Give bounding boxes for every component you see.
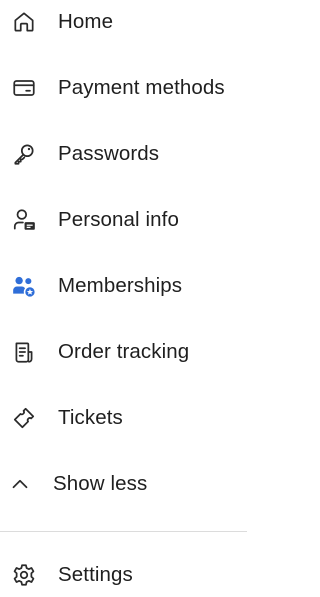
home-icon bbox=[10, 8, 38, 36]
show-less-label: Show less bbox=[53, 472, 148, 495]
nav-item-tickets[interactable]: Tickets bbox=[0, 396, 247, 440]
nav-item-payment-methods[interactable]: Payment methods bbox=[0, 66, 247, 110]
nav-divider bbox=[0, 531, 247, 532]
nav-item-home[interactable]: Home bbox=[0, 0, 247, 44]
nav-item-personal-info[interactable]: Personal info bbox=[0, 198, 247, 242]
nav-item-label: Order tracking bbox=[58, 340, 190, 363]
gear-icon bbox=[10, 561, 38, 589]
sidebar-nav: Home Payment methods Passwords Personal … bbox=[0, 0, 247, 592]
nav-item-label: Home bbox=[58, 10, 114, 33]
person-card-icon bbox=[10, 206, 38, 234]
credit-card-icon bbox=[10, 74, 38, 102]
chevron-up-icon bbox=[6, 470, 34, 498]
key-icon bbox=[10, 140, 38, 168]
nav-item-order-tracking[interactable]: Order tracking bbox=[0, 330, 247, 374]
nav-item-label: Settings bbox=[58, 563, 133, 586]
nav-item-memberships[interactable]: Memberships bbox=[0, 264, 247, 308]
nav-item-label: Tickets bbox=[58, 406, 123, 429]
nav-item-label: Passwords bbox=[58, 142, 160, 165]
ticket-icon bbox=[10, 404, 38, 432]
nav-item-label: Payment methods bbox=[58, 76, 225, 99]
people-star-icon bbox=[10, 272, 38, 300]
nav-item-passwords[interactable]: Passwords bbox=[0, 132, 247, 176]
nav-item-label: Memberships bbox=[58, 274, 183, 297]
nav-item-label: Personal info bbox=[58, 208, 179, 231]
nav-item-settings[interactable]: Settings bbox=[0, 553, 247, 597]
receipt-icon bbox=[10, 338, 38, 366]
show-less-button[interactable]: Show less bbox=[0, 462, 247, 506]
